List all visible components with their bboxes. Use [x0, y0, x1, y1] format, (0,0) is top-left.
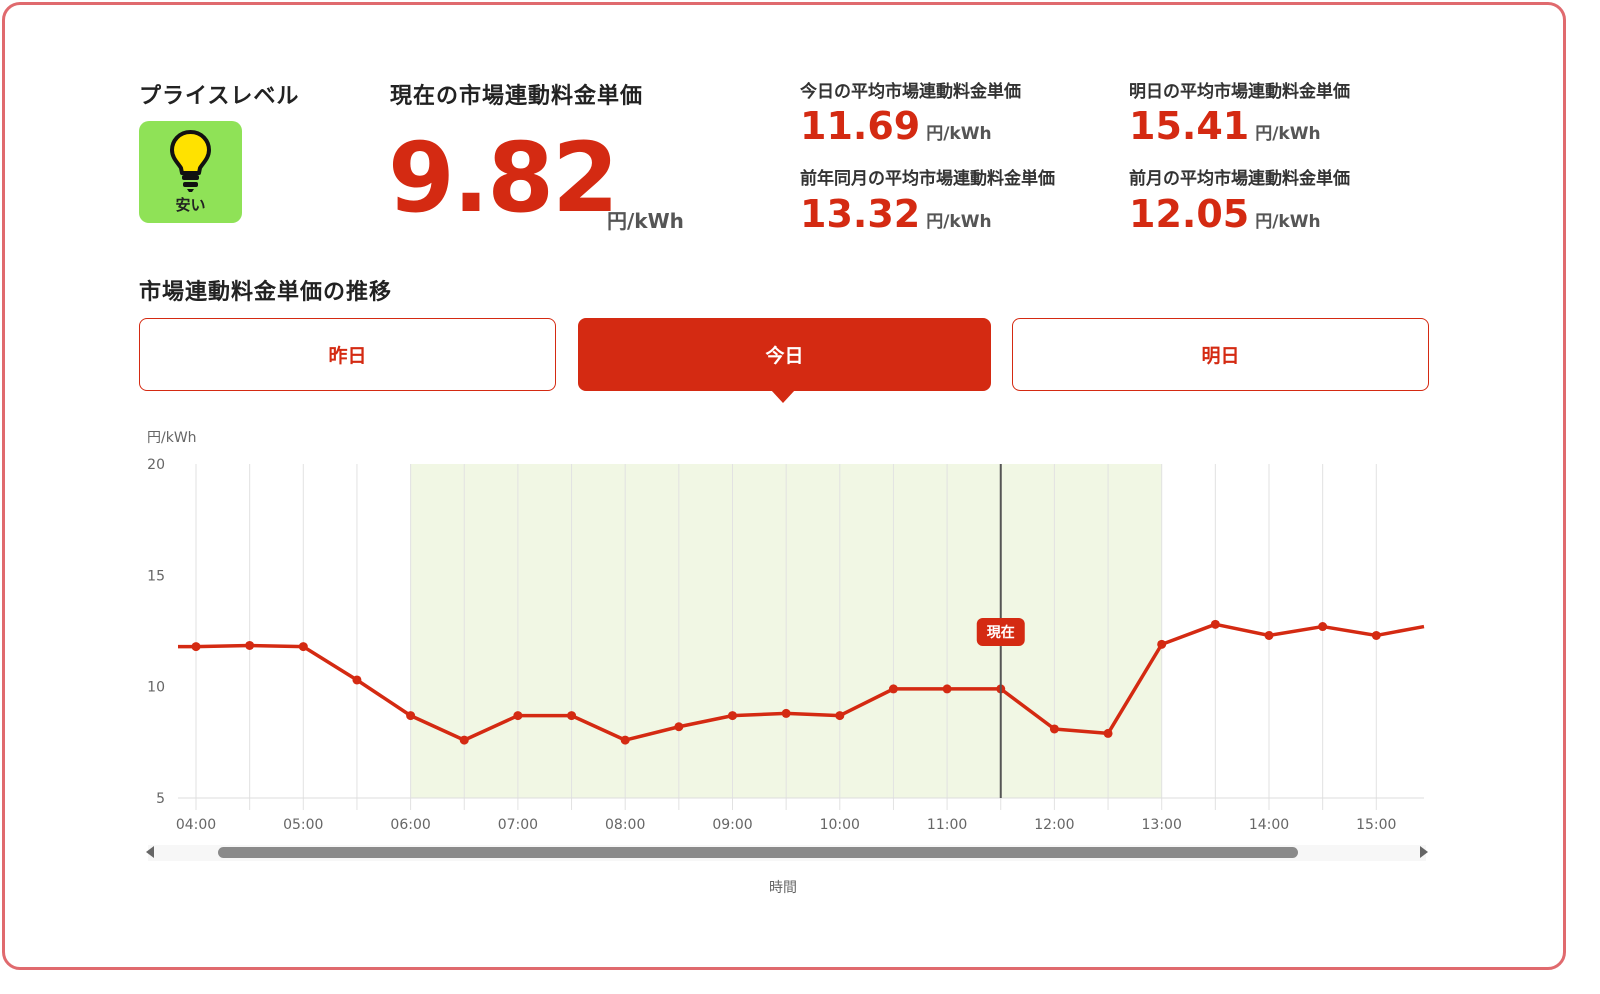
last-year-average-value: 13.32 円/kWh — [800, 195, 992, 233]
data-point[interactable] — [1371, 630, 1381, 640]
today-average-value: 11.69 円/kWh — [800, 107, 992, 145]
tab-yesterday[interactable]: 昨日 — [139, 318, 556, 391]
last-year-average-number: 13.32 — [800, 192, 921, 236]
data-point[interactable] — [191, 642, 201, 652]
last-year-average-label: 前年同月の平均市場連動料金単価 — [800, 169, 1055, 189]
data-point[interactable] — [835, 711, 845, 721]
x-tick-label: 14:00 — [1249, 817, 1289, 833]
x-tick-label: 05:00 — [283, 817, 323, 833]
y-tick-label: 10 — [147, 680, 165, 696]
data-point[interactable] — [728, 711, 737, 721]
x-tick-label: 09:00 — [712, 817, 752, 833]
x-tick-label: 15:00 — [1356, 817, 1396, 833]
last-month-average-label: 前月の平均市場連動料金単価 — [1129, 169, 1350, 189]
y-tick-label: 20 — [147, 457, 165, 473]
last-month-average-number: 12.05 — [1129, 192, 1250, 236]
price-level-label: 安い — [175, 196, 206, 214]
y-tick-label: 5 — [156, 791, 165, 807]
data-point[interactable] — [459, 735, 469, 745]
current-marker-label: 現在 — [987, 624, 1015, 641]
tomorrow-average-value: 15.41 円/kWh — [1129, 107, 1321, 145]
today-average-number: 11.69 — [800, 104, 921, 148]
data-point[interactable] — [513, 711, 523, 721]
data-point[interactable] — [1049, 724, 1059, 734]
data-point[interactable] — [781, 708, 791, 718]
current-price-title: 現在の市場連動料金単価 — [390, 84, 644, 109]
x-tick-label: 04:00 — [176, 817, 216, 833]
data-point[interactable] — [888, 684, 898, 694]
current-price-unit: 円/kWh — [607, 209, 684, 233]
tab-today[interactable]: 今日 — [578, 318, 991, 391]
x-tick-label: 08:00 — [605, 817, 645, 833]
data-point[interactable] — [1103, 728, 1113, 738]
data-point[interactable] — [942, 684, 952, 694]
y-tick-label: 15 — [147, 568, 165, 584]
x-tick-label: 07:00 — [498, 817, 538, 833]
today-average-label: 今日の平均市場連動料金単価 — [800, 82, 1021, 102]
x-tick-label: 12:00 — [1034, 817, 1074, 833]
tomorrow-average-label: 明日の平均市場連動料金単価 — [1129, 82, 1350, 102]
last-month-average-unit: 円/kWh — [1255, 212, 1321, 232]
data-point[interactable] — [298, 642, 308, 652]
data-point[interactable] — [352, 675, 362, 685]
data-point[interactable] — [1318, 622, 1328, 632]
lightbulb-icon — [170, 130, 211, 192]
last-month-average-value: 12.05 円/kWh — [1129, 195, 1321, 233]
tomorrow-average-number: 15.41 — [1129, 104, 1250, 148]
data-point[interactable] — [1210, 619, 1220, 629]
data-point[interactable] — [245, 640, 255, 650]
trend-title: 市場連動料金単価の推移 — [139, 280, 393, 305]
last-year-average-unit: 円/kWh — [926, 212, 992, 232]
price-level-badge: 安い — [139, 121, 242, 223]
active-tab-pointer — [771, 390, 795, 403]
x-tick-label: 11:00 — [927, 817, 967, 833]
tab-tomorrow[interactable]: 明日 — [1012, 318, 1429, 391]
data-point[interactable] — [1264, 630, 1274, 640]
data-point[interactable] — [406, 711, 416, 721]
x-tick-label: 13:00 — [1142, 817, 1182, 833]
current-price-value: 9.82 — [388, 122, 619, 234]
x-tick-label: 10:00 — [820, 817, 860, 833]
data-point[interactable] — [567, 711, 577, 721]
data-point[interactable] — [1157, 639, 1167, 649]
x-axis-label: 時間 — [769, 880, 797, 896]
today-average-unit: 円/kWh — [926, 124, 992, 144]
tomorrow-average-unit: 円/kWh — [1255, 124, 1321, 144]
x-tick-label: 06:00 — [390, 817, 430, 833]
price-chart: 5 10 15 20 04:00 05:00 06:00 07:00 08:00 09:00 10… — [146, 457, 1428, 861]
data-point[interactable] — [674, 722, 684, 732]
scrollbar-thumb[interactable] — [218, 847, 1298, 858]
price-level-title: プライスレベル — [139, 84, 300, 109]
data-point[interactable] — [620, 735, 630, 745]
